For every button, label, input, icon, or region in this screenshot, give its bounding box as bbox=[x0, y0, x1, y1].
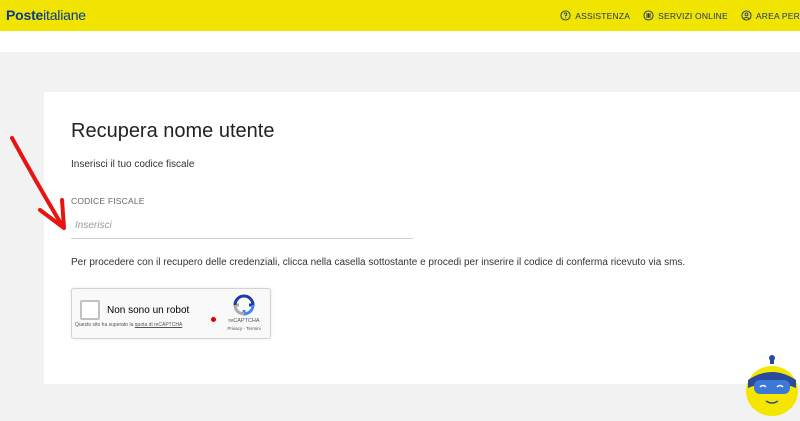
page-subtitle: Inserisci il tuo codice fiscale bbox=[71, 159, 195, 170]
recaptcha-error-dot bbox=[211, 317, 216, 322]
recaptcha-logo-icon bbox=[233, 294, 255, 316]
logo-rest-text: italiane bbox=[43, 7, 86, 23]
instructions-text: Per procedere con il recupero delle cred… bbox=[71, 257, 686, 268]
page-title: Recupera nome utente bbox=[71, 120, 275, 142]
recaptcha-brand: reCAPTCHA bbox=[228, 318, 260, 324]
assistant-chatbot-icon[interactable] bbox=[744, 354, 800, 416]
recaptcha-quota-link[interactable]: quota di reCAPTCHA bbox=[135, 322, 183, 328]
user-icon bbox=[741, 10, 752, 21]
recaptcha-widget: Non sono un robot Questo sito ha superat… bbox=[71, 288, 271, 339]
codice-fiscale-input[interactable] bbox=[71, 213, 413, 239]
nav-assistenza[interactable]: ASSISTENZA bbox=[560, 10, 630, 21]
nav-area-personale[interactable]: AREA PER bbox=[741, 10, 800, 21]
red-arrow-annotation-icon bbox=[10, 136, 66, 230]
nav-servizi-online[interactable]: SERVIZI ONLINE bbox=[643, 10, 728, 21]
recaptcha-privacy-terms-links[interactable]: Privacy - Termini bbox=[220, 326, 268, 331]
nav-area-personale-label: AREA PER bbox=[755, 10, 800, 21]
recaptcha-quota-note: Questo sito ha superato la quota di reCA… bbox=[75, 322, 185, 328]
nav-assistenza-label: ASSISTENZA bbox=[575, 10, 631, 21]
recaptcha-checkbox[interactable] bbox=[80, 300, 100, 320]
recaptcha-label: Non sono un robot bbox=[107, 305, 190, 316]
logo-bold-text: Poste bbox=[6, 7, 44, 23]
help-circle-icon bbox=[560, 10, 571, 21]
nav-servizi-online-label: SERVIZI ONLINE bbox=[658, 10, 728, 21]
recaptcha-note-text: Questo sito ha superato la bbox=[75, 322, 135, 328]
codice-fiscale-label: CODICE FISCALE bbox=[71, 196, 145, 206]
recover-username-card: Recupera nome utente Inserisci il tuo co… bbox=[44, 92, 800, 384]
top-header-bar: Posteitaliane ASSISTENZA SERVIZI ONLINE … bbox=[0, 0, 800, 31]
poste-italiane-logo[interactable]: Posteitaliane bbox=[6, 7, 86, 23]
services-icon bbox=[643, 10, 654, 21]
sub-header-band bbox=[0, 31, 800, 52]
top-navigation: ASSISTENZA SERVIZI ONLINE AREA PER bbox=[547, 0, 800, 31]
